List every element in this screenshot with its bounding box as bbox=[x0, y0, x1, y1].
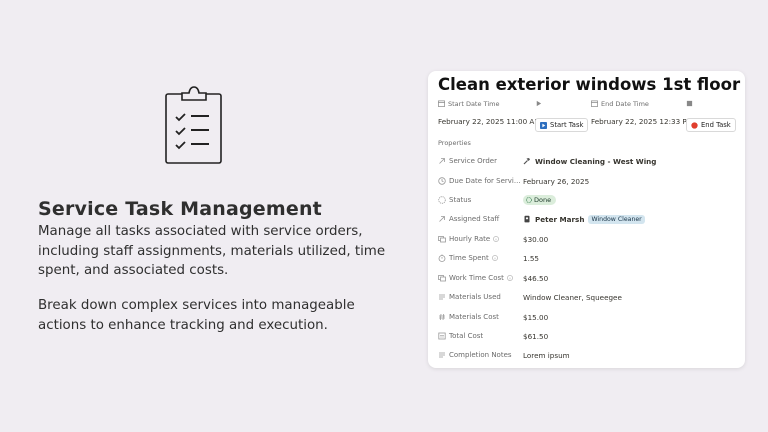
end-date-label: End Date Time bbox=[601, 99, 649, 108]
work-time-cost-label: Work Time Cost bbox=[449, 274, 504, 282]
service-order-label: Service Order bbox=[449, 157, 497, 165]
stop-icon bbox=[686, 100, 693, 107]
rollup-icon bbox=[438, 275, 446, 282]
properties-header: Properties bbox=[438, 139, 471, 147]
page-title[interactable]: Clean exterior windows 1st floor bbox=[438, 75, 740, 94]
property-service-order[interactable]: Service Order Window Cleaning - West Win… bbox=[438, 155, 738, 167]
status-label: Status bbox=[449, 196, 472, 204]
property-assigned-staff[interactable]: Assigned Staff Peter Marsh Window Cleane… bbox=[438, 213, 738, 225]
hourly-rate-label: Hourly Rate bbox=[449, 235, 491, 243]
completion-notes-value[interactable]: Lorem ipsum bbox=[523, 351, 570, 360]
due-date-value[interactable]: February 26, 2025 bbox=[523, 177, 589, 186]
hero-description: Manage all tasks associated with service… bbox=[38, 224, 386, 278]
property-work-time-cost[interactable]: Work Time Cost $46.50 bbox=[438, 272, 738, 284]
status-done-dot-icon bbox=[526, 197, 532, 203]
completion-notes-label: Completion Notes bbox=[449, 351, 512, 359]
number-hash-icon bbox=[439, 313, 445, 321]
play-icon bbox=[536, 100, 542, 107]
start-task-label: Start Task bbox=[550, 121, 584, 129]
info-icon[interactable] bbox=[506, 275, 513, 281]
materials-cost-label: Materials Cost bbox=[449, 313, 499, 321]
total-cost-value[interactable]: $61.50 bbox=[523, 332, 548, 341]
relation-arrow-icon bbox=[439, 216, 445, 222]
rollup-icon bbox=[438, 236, 446, 243]
materials-cost-value[interactable]: $15.00 bbox=[523, 313, 548, 322]
work-time-cost-value[interactable]: $46.50 bbox=[523, 274, 548, 283]
total-cost-label: Total Cost bbox=[449, 332, 484, 340]
info-icon[interactable] bbox=[493, 236, 500, 242]
end-task-label: End Task bbox=[701, 121, 731, 129]
text-lines-icon bbox=[439, 294, 445, 300]
due-date-label: Due Date for Servi... bbox=[449, 177, 521, 185]
end-date-property[interactable]: End Date Time February 22, 2025 12:33 PM bbox=[591, 99, 693, 127]
materials-used-label: Materials Used bbox=[449, 293, 501, 301]
stopwatch-icon bbox=[438, 254, 446, 262]
info-icon[interactable] bbox=[491, 255, 498, 261]
start-date-label: Start Date Time bbox=[448, 99, 500, 108]
time-spent-label: Time Spent bbox=[449, 254, 489, 262]
text-lines-icon bbox=[439, 352, 445, 358]
hero-title: Service Task Management bbox=[38, 198, 322, 220]
assigned-staff-label: Assigned Staff bbox=[449, 215, 500, 223]
property-time-spent[interactable]: Time Spent 1.55 bbox=[438, 252, 738, 264]
property-materials-used[interactable]: Materials Used Window Cleaner, Squeegee bbox=[438, 291, 738, 303]
calendar-icon bbox=[438, 100, 445, 107]
property-total-cost[interactable]: Total Cost $61.50 bbox=[438, 330, 738, 342]
relation-arrow-icon bbox=[439, 158, 445, 164]
red-circle-icon bbox=[691, 121, 698, 129]
end-date-value[interactable]: February 22, 2025 12:33 PM bbox=[591, 117, 693, 126]
status-badge[interactable]: Done bbox=[523, 195, 557, 205]
time-spent-value[interactable]: 1.55 bbox=[523, 254, 539, 263]
play-square-icon bbox=[540, 121, 547, 129]
end-task-button[interactable]: End Task bbox=[686, 118, 736, 132]
property-materials-cost[interactable]: Materials Cost $15.00 bbox=[438, 311, 738, 323]
property-status[interactable]: Status Done bbox=[438, 194, 738, 206]
hero-description-secondary: Break down complex services into managea… bbox=[38, 298, 355, 333]
status-icon bbox=[438, 196, 446, 204]
hammer-icon bbox=[523, 158, 530, 165]
status-value: Done bbox=[534, 196, 552, 204]
formula-icon bbox=[438, 332, 446, 340]
start-date-value[interactable]: February 22, 2025 11:00 AM bbox=[438, 117, 541, 126]
hourly-rate-value[interactable]: $30.00 bbox=[523, 235, 548, 244]
property-hourly-rate[interactable]: Hourly Rate $30.00 bbox=[438, 233, 738, 245]
clock-icon bbox=[438, 177, 446, 185]
start-task-button[interactable]: Start Task bbox=[535, 118, 589, 132]
calendar-icon bbox=[591, 100, 598, 107]
assigned-staff-value[interactable]: Peter Marsh bbox=[535, 215, 584, 224]
staff-role-badge: Window Cleaner bbox=[588, 214, 645, 224]
clipboard-checklist-icon bbox=[165, 86, 222, 164]
id-badge-icon bbox=[524, 215, 530, 223]
property-due-date[interactable]: Due Date for Servi... February 26, 2025 bbox=[438, 175, 738, 187]
start-date-property[interactable]: Start Date Time February 22, 2025 11:00 … bbox=[438, 99, 541, 127]
service-order-value[interactable]: Window Cleaning - West Wing bbox=[535, 157, 656, 166]
property-completion-notes[interactable]: Completion Notes Lorem ipsum bbox=[438, 349, 738, 361]
task-page-card: Clean exterior windows 1st floor Start D… bbox=[428, 71, 745, 368]
materials-used-value[interactable]: Window Cleaner, Squeegee bbox=[523, 293, 622, 302]
